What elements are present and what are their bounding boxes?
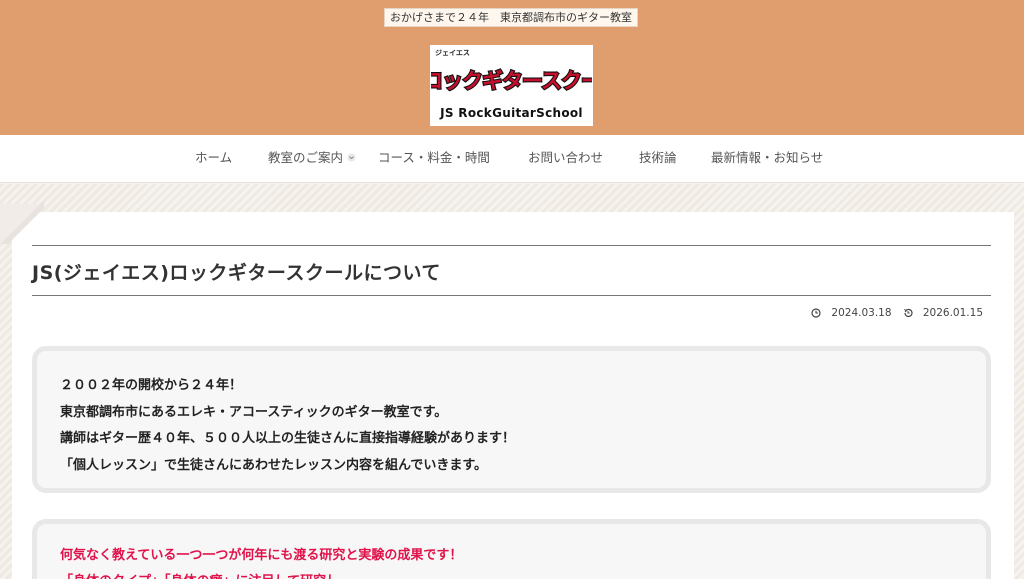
- site-logo[interactable]: ジェイエス JSロックギタースクール JS RockGuitarSchool: [430, 45, 593, 126]
- nav-item-contact[interactable]: お問い合わせ: [528, 135, 603, 183]
- intro-line: 東京都調布市にあるエレキ・アコースティックのギター教室です。: [60, 404, 448, 420]
- nav-item-school-guide[interactable]: 教室のご案内: [268, 135, 356, 183]
- logo-mark: ジェイエス JSロックギタースクール: [431, 46, 592, 100]
- nav-item-news[interactable]: 最新情報・お知らせ: [711, 135, 823, 183]
- chevron-down-icon: [347, 153, 356, 162]
- nav-item-home[interactable]: ホーム: [195, 135, 232, 183]
- intro-line: 講師はギター歴４０年、５００人以上の生徒さんに直接指導経験があります！: [60, 431, 516, 446]
- updated-date-text: 2026.01.15: [922, 307, 983, 319]
- intro-box: ２００２年の開校から２４年！ 東京都調布市にあるエレキ・アコースティックのギター…: [32, 346, 991, 493]
- published-date-text: 2024.03.18: [831, 307, 892, 319]
- logo-sub-text: JS RockGuitarSchool: [440, 106, 583, 120]
- logo-main-text: JSロックギタースクール: [431, 69, 592, 93]
- intro-line: 「個人レッスン」で生徒さんにあわせたレッスン内容を組んでいきます。: [60, 457, 488, 473]
- highlight-line: 「身体のタイプ」「身体の癖」に注目して研究し: [60, 569, 462, 579]
- site-tagline: おかげさまで２４年 東京都調布市のギター教室: [384, 8, 638, 27]
- article-title: JS(ジェイエス)ロックギタースクールについて: [32, 262, 441, 284]
- nav-item-technique[interactable]: 技術論: [639, 135, 677, 183]
- published-date: 2024.03.18: [811, 307, 892, 319]
- nav-item-course-fees[interactable]: コース・料金・時間: [378, 135, 490, 183]
- logo-small-text: ジェイエス: [435, 49, 470, 57]
- article-dates: 2024.03.18 2026.01.15: [803, 307, 983, 321]
- history-icon: [904, 308, 913, 318]
- clock-icon: [811, 308, 822, 318]
- intro-line: ２００２年の開校から２４年！: [60, 378, 243, 393]
- highlight-box: 何気なく教えている一つ一つが何年にも渡る研究と実験の成果です！ 「身体のタイプ」…: [32, 519, 991, 579]
- article-title-block: JS(ジェイエス)ロックギタースクールについて: [32, 245, 991, 296]
- site-header: おかげさまで２４年 東京都調布市のギター教室 ジェイエス JSロックギタースクー…: [0, 0, 1024, 135]
- updated-date: 2026.01.15: [903, 307, 983, 319]
- highlight-line: 何気なく教えている一つ一つが何年にも渡る研究と実験の成果です！: [60, 548, 463, 563]
- main-nav: ホーム 教室のご案内 コース・料金・時間 お問い合わせ 技術論 最新情報・お知ら…: [0, 135, 1024, 183]
- nav-item-label: 教室のご案内: [268, 150, 344, 165]
- corner-fold-decoration: [0, 200, 44, 244]
